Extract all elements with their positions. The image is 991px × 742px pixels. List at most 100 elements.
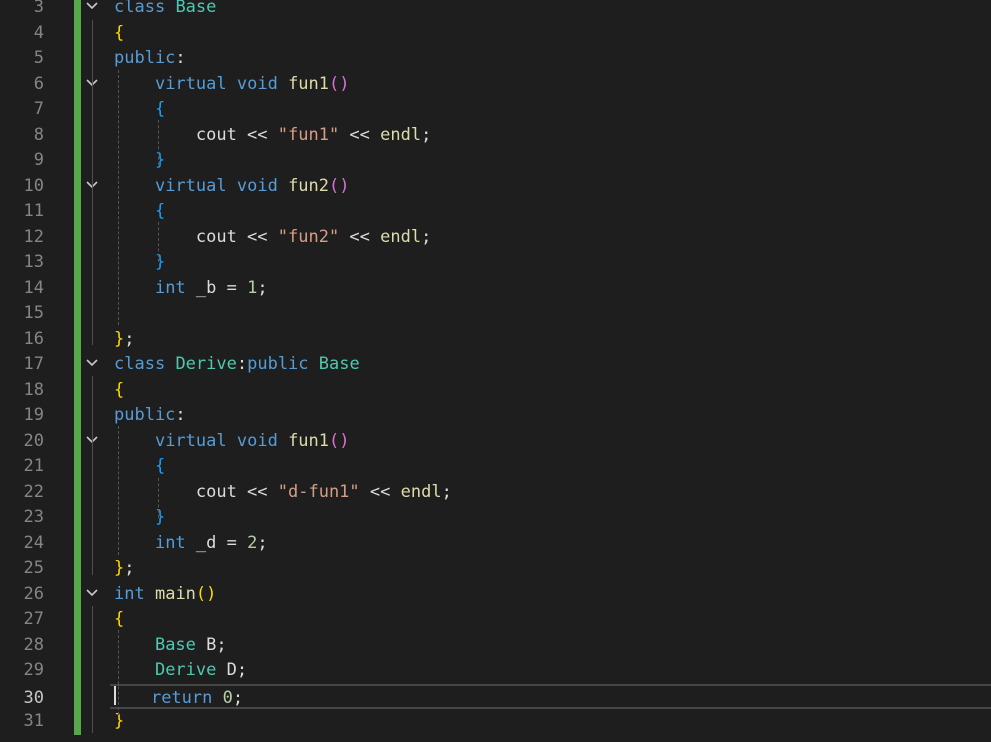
code-line[interactable]: 26 int main(): [0, 582, 991, 608]
code-text[interactable]: cout << "d-fun1" << endl;: [114, 480, 452, 506]
code-token: }: [114, 558, 125, 578]
indent-guide: [92, 376, 93, 575]
indent-guide: [118, 630, 119, 715]
code-text[interactable]: {: [114, 378, 124, 404]
code-text[interactable]: {: [114, 199, 165, 225]
code-token: ;: [124, 558, 135, 578]
line-number: 10: [23, 175, 44, 196]
code-text[interactable]: {: [114, 607, 124, 633]
code-line[interactable]: 29 Derive D;: [0, 658, 991, 684]
code-token: {: [114, 379, 125, 400]
code-token: virtual: [154, 73, 227, 94]
code-token: ;: [232, 687, 244, 708]
code-line[interactable]: 23 }: [0, 505, 991, 531]
code-line[interactable]: 11 {: [0, 199, 991, 225]
indent-guide: [118, 70, 119, 325]
code-token: {: [154, 99, 166, 119]
code-line[interactable]: 4{: [0, 21, 991, 47]
fold-chevron-icon[interactable]: [84, 352, 100, 378]
code-token: cout <<: [114, 226, 278, 247]
code-text[interactable]: };: [114, 556, 135, 582]
code-line[interactable]: 9 }: [0, 148, 991, 174]
code-line[interactable]: 14 int _b = 1;: [0, 276, 991, 302]
code-token: void: [236, 73, 278, 94]
line-number: 12: [23, 226, 44, 247]
code-line[interactable]: 3 class Base: [0, 0, 991, 21]
code-token: {: [114, 22, 125, 43]
code-line[interactable]: 22 cout << "d-fun1" << endl;: [0, 480, 991, 506]
code-text[interactable]: {: [114, 97, 165, 123]
code-text[interactable]: class Derive:public Base: [114, 352, 360, 378]
code-line[interactable]: 13 }: [0, 250, 991, 276]
code-line[interactable]: 21 {: [0, 454, 991, 480]
code-line[interactable]: 10 virtual void fun2(): [0, 174, 991, 200]
code-line[interactable]: 12 cout << "fun2" << endl;: [0, 225, 991, 251]
code-token: Base: [318, 354, 360, 374]
code-token: :: [175, 405, 186, 425]
code-token: cout <<: [114, 124, 278, 145]
code-line[interactable]: 19 public:: [0, 403, 991, 429]
code-line[interactable]: 5 public:: [0, 46, 991, 72]
code-line[interactable]: 17 class Derive:public Base: [0, 352, 991, 378]
line-number: 19: [23, 405, 44, 425]
code-line[interactable]: 15: [0, 301, 991, 327]
code-text[interactable]: public:: [114, 46, 186, 72]
code-text[interactable]: virtual void fun2(): [114, 174, 350, 200]
code-text[interactable]: Base B;: [114, 633, 227, 659]
code-token: ;: [421, 124, 432, 145]
code-text[interactable]: int _d = 2;: [114, 531, 268, 557]
code-line[interactable]: 24 int _d = 2;: [0, 531, 991, 557]
code-text[interactable]: cout << "fun1" << endl;: [114, 123, 431, 149]
code-token: ;: [257, 532, 268, 553]
code-token: fun1: [288, 73, 330, 94]
code-text[interactable]: class Base: [114, 0, 216, 21]
line-number: 15: [23, 303, 44, 323]
code-token: virtual: [154, 430, 227, 451]
code-text[interactable]: virtual void fun1(): [114, 429, 350, 455]
code-line[interactable]: 16};: [0, 327, 991, 353]
fold-chevron-icon[interactable]: [84, 582, 100, 608]
code-line[interactable]: 18 {: [0, 378, 991, 404]
line-number: 29: [23, 660, 44, 680]
code-line[interactable]: 31}: [0, 709, 991, 735]
code-line[interactable]: 8 cout << "fun1" << endl;: [0, 123, 991, 149]
code-text[interactable]: };: [114, 327, 135, 353]
code-line[interactable]: 6 virtual void fun1(): [0, 72, 991, 98]
code-token: ;: [124, 328, 135, 349]
code-text[interactable]: public:: [114, 403, 186, 429]
code-token: ;: [441, 481, 452, 502]
code-text[interactable]: virtual void fun1(): [114, 72, 350, 98]
code-text[interactable]: Derive D;: [114, 658, 247, 684]
code-line[interactable]: 20 virtual void fun1(): [0, 429, 991, 455]
line-number: 18: [23, 379, 44, 400]
code-editor[interactable]: 3 class Base 4{5 public: 6 virtual void fun1…: [0, 0, 991, 742]
code-token: endl: [400, 481, 442, 502]
code-text[interactable]: {: [114, 21, 124, 47]
code-token: {: [154, 456, 166, 476]
code-line[interactable]: 25};: [0, 556, 991, 582]
code-text[interactable]: int _b = 1;: [114, 276, 268, 302]
code-token: }: [154, 252, 166, 272]
code-text[interactable]: return 0;: [110, 686, 243, 712]
line-number: 13: [23, 252, 44, 272]
fold-chevron-icon[interactable]: [84, 0, 100, 21]
indent-guide: [92, 606, 93, 733]
code-line[interactable]: 7 {: [0, 97, 991, 123]
code-text[interactable]: cout << "fun2" << endl;: [114, 225, 431, 251]
code-line[interactable]: 30 return 0;: [24, 683, 991, 712]
code-text[interactable]: }: [114, 709, 124, 735]
line-number: 22: [23, 481, 44, 502]
code-line[interactable]: 28 Base B;: [0, 633, 991, 659]
code-text[interactable]: {: [114, 454, 165, 480]
code-token: _b =: [185, 277, 248, 298]
code-token: cout <<: [114, 481, 278, 502]
code-text[interactable]: int main(): [114, 582, 216, 608]
code-token: return: [150, 687, 213, 708]
code-line[interactable]: 27 {: [0, 607, 991, 633]
